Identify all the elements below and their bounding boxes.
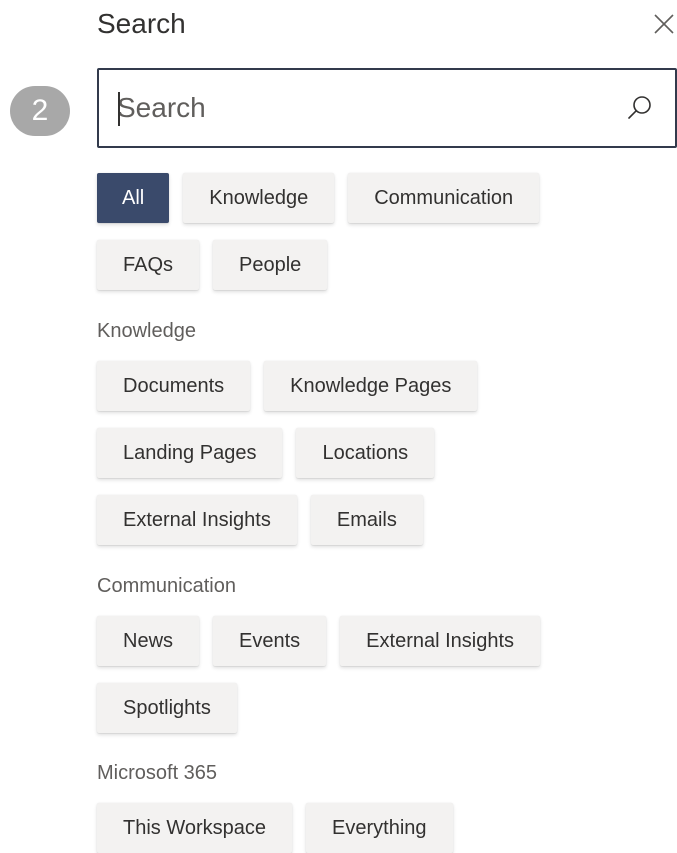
filter-chip-communication[interactable]: Communication bbox=[348, 173, 540, 223]
filter-chip-all[interactable]: All bbox=[97, 173, 170, 223]
filter-chip-this-workspace[interactable]: This Workspace bbox=[97, 803, 293, 853]
filter-chip-emails[interactable]: Emails bbox=[310, 495, 423, 545]
section-label-microsoft-365: Microsoft 365 bbox=[97, 762, 218, 784]
filter-chip-locations[interactable]: Locations bbox=[296, 428, 435, 478]
search-input[interactable] bbox=[99, 70, 625, 146]
step-badge: 2 bbox=[10, 86, 70, 136]
search-button[interactable] bbox=[625, 93, 655, 123]
filter-chip-events[interactable]: Events bbox=[213, 616, 327, 666]
filter-row: All Knowledge Communication bbox=[97, 173, 540, 223]
filter-chip-landing-pages[interactable]: Landing Pages bbox=[97, 428, 283, 478]
chip-row: Spotlights bbox=[97, 683, 237, 733]
section-label-communication: Communication bbox=[97, 575, 236, 597]
chip-row: News Events External Insights bbox=[97, 616, 541, 666]
filter-chip-people[interactable]: People bbox=[213, 240, 328, 290]
filter-chip-knowledge-pages[interactable]: Knowledge Pages bbox=[264, 361, 478, 411]
filter-chip-documents[interactable]: Documents bbox=[97, 361, 251, 411]
close-button[interactable] bbox=[652, 12, 676, 36]
section-label-knowledge: Knowledge bbox=[97, 320, 196, 342]
filter-chip-external-insights[interactable]: External Insights bbox=[97, 495, 297, 545]
chip-row: Landing Pages Locations bbox=[97, 428, 435, 478]
filter-chip-faqs[interactable]: FAQs bbox=[97, 240, 200, 290]
filter-chip-news[interactable]: News bbox=[97, 616, 200, 666]
chip-row: Documents Knowledge Pages bbox=[97, 361, 478, 411]
filter-chip-external-insights[interactable]: External Insights bbox=[340, 616, 541, 666]
close-icon bbox=[654, 14, 674, 34]
chip-row: External Insights Emails bbox=[97, 495, 423, 545]
search-box bbox=[97, 68, 677, 148]
filter-chip-spotlights[interactable]: Spotlights bbox=[97, 683, 237, 733]
text-caret bbox=[118, 92, 120, 126]
filter-chip-knowledge[interactable]: Knowledge bbox=[183, 173, 335, 223]
search-icon bbox=[628, 96, 651, 119]
filter-row: FAQs People bbox=[97, 240, 328, 290]
chip-row: This Workspace Everything bbox=[97, 803, 453, 853]
filter-chip-everything[interactable]: Everything bbox=[306, 803, 453, 853]
page-title: Search bbox=[97, 8, 186, 39]
